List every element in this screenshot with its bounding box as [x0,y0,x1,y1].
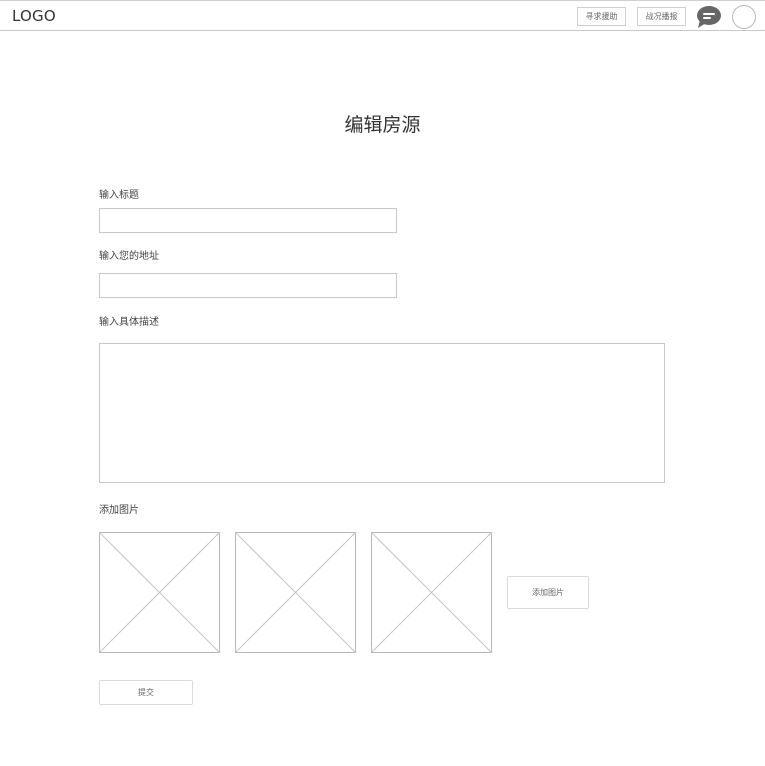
address-input[interactable] [99,273,397,298]
page-title: 编辑房源 [344,114,421,136]
chat-bubble-icon[interactable] [696,5,722,29]
image-placeholder-icon[interactable] [99,532,220,653]
description-textarea[interactable] [99,343,665,483]
seek-help-button[interactable]: 寻求援助 [577,7,626,26]
title-input[interactable] [99,208,397,233]
description-field-label: 输入具体描述 [99,317,159,328]
image-placeholder-icon[interactable] [371,532,492,653]
image-placeholder-icon[interactable] [235,532,356,653]
logo[interactable]: LOGO [12,7,56,25]
address-field-label: 输入您的地址 [99,251,159,262]
top-navigation-bar: LOGO 寻求援助 战况播报 [0,0,765,31]
title-field-label: 输入标题 [99,190,139,201]
user-avatar[interactable] [732,5,756,29]
battle-report-button[interactable]: 战况播报 [637,7,686,26]
submit-button[interactable]: 提交 [99,680,193,705]
images-field-label: 添加图片 [99,505,139,516]
add-image-button[interactable]: 添加图片 [507,576,589,609]
